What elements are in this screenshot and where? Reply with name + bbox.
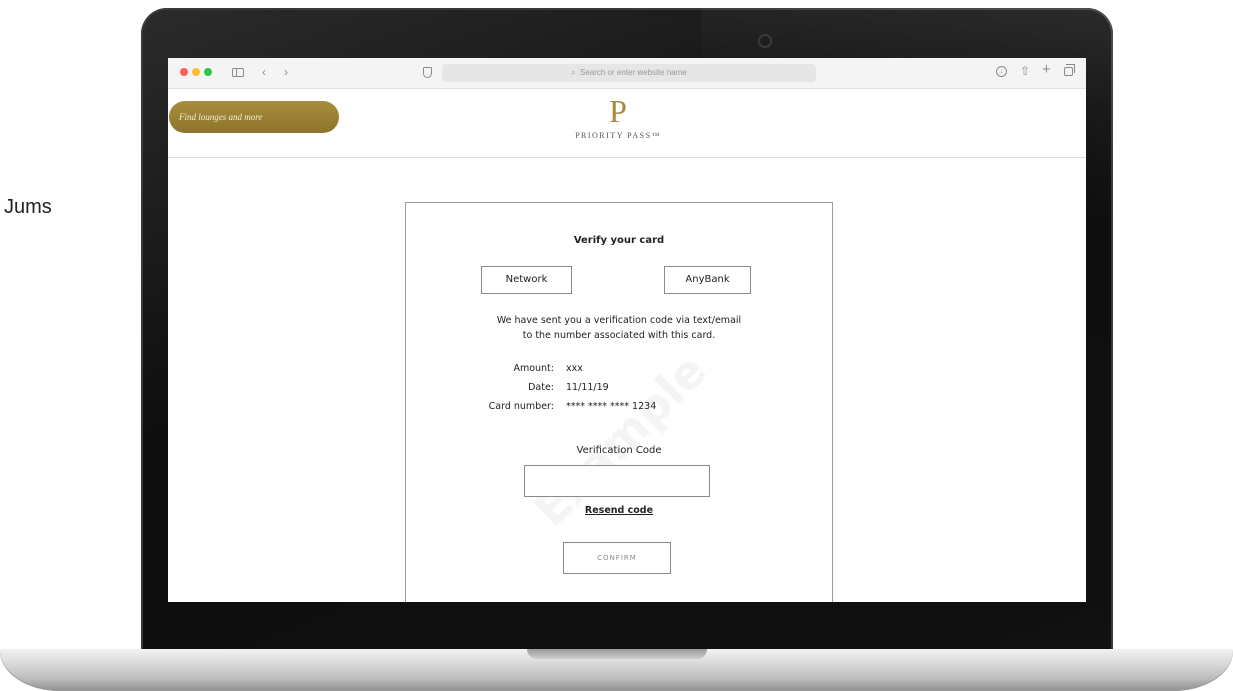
laptop-screen: ‹ › ⌕ Search or enter website name ↓ ⇧ +… bbox=[168, 58, 1086, 602]
verify-card-panel: Example Verify your card Network AnyBank… bbox=[405, 202, 833, 602]
new-tab-icon[interactable]: + bbox=[1042, 62, 1051, 77]
verify-card-title: Verify your card bbox=[573, 235, 665, 246]
verification-code-input[interactable] bbox=[524, 465, 710, 497]
priority-pass-logo[interactable]: P PRIORITY PASS™ bbox=[568, 93, 668, 140]
laptop-notch bbox=[527, 649, 707, 659]
privacy-shield-icon[interactable] bbox=[423, 67, 432, 78]
minimize-window-button[interactable] bbox=[192, 68, 200, 76]
detail-row-card-number: Card number: **** **** **** 1234 bbox=[466, 401, 786, 420]
zoom-window-button[interactable] bbox=[204, 68, 212, 76]
camera-icon bbox=[760, 36, 770, 46]
address-placeholder: Search or enter website name bbox=[579, 68, 687, 77]
verification-code-label: Verification Code bbox=[576, 445, 662, 456]
message-line-1: We have sent you a verification code via… bbox=[496, 315, 742, 326]
message-line-2: to the number associated with this card. bbox=[522, 330, 716, 341]
verification-message: We have sent you a verification code via… bbox=[406, 313, 832, 343]
amount-value: xxx bbox=[566, 363, 583, 374]
sidebar-toggle-icon[interactable] bbox=[232, 68, 244, 77]
network-logo-box: Network bbox=[481, 266, 572, 294]
resend-code-link[interactable]: Resend code bbox=[406, 505, 832, 516]
share-icon[interactable]: ⇧ bbox=[1020, 64, 1030, 78]
download-icon[interactable]: ↓ bbox=[996, 66, 1007, 77]
site-header: Find lounges and more P PRIORITY PASS™ bbox=[168, 89, 1086, 158]
logo-letter: P bbox=[609, 93, 627, 129]
address-bar[interactable]: ⌕ Search or enter website name bbox=[442, 64, 816, 82]
detail-row-amount: Amount: xxx bbox=[466, 363, 786, 382]
logo-wordmark: PRIORITY PASS™ bbox=[575, 131, 661, 140]
forward-arrow-icon[interactable]: › bbox=[284, 65, 288, 79]
search-icon: ⌕ bbox=[571, 68, 576, 77]
browser-toolbar: ‹ › ⌕ Search or enter website name ↓ ⇧ + bbox=[168, 58, 1086, 89]
side-caption: Jums bbox=[4, 196, 52, 218]
transaction-details: Amount: xxx Date: 11/11/19 Card number: … bbox=[466, 363, 786, 420]
card-number-label: Card number: bbox=[488, 401, 554, 412]
card-number-value: **** **** **** 1234 bbox=[566, 401, 657, 412]
date-label: Date: bbox=[528, 382, 554, 393]
find-lounges-button[interactable]: Find lounges and more bbox=[169, 101, 339, 133]
amount-label: Amount: bbox=[513, 363, 554, 374]
back-arrow-icon[interactable]: ‹ bbox=[262, 65, 266, 79]
detail-row-date: Date: 11/11/19 bbox=[466, 382, 786, 401]
tab-overview-icon[interactable] bbox=[1064, 64, 1075, 76]
date-value: 11/11/19 bbox=[566, 382, 609, 393]
close-window-button[interactable] bbox=[180, 68, 188, 76]
confirm-button[interactable]: CONFIRM bbox=[563, 542, 671, 574]
bank-logo-box: AnyBank bbox=[664, 266, 751, 294]
